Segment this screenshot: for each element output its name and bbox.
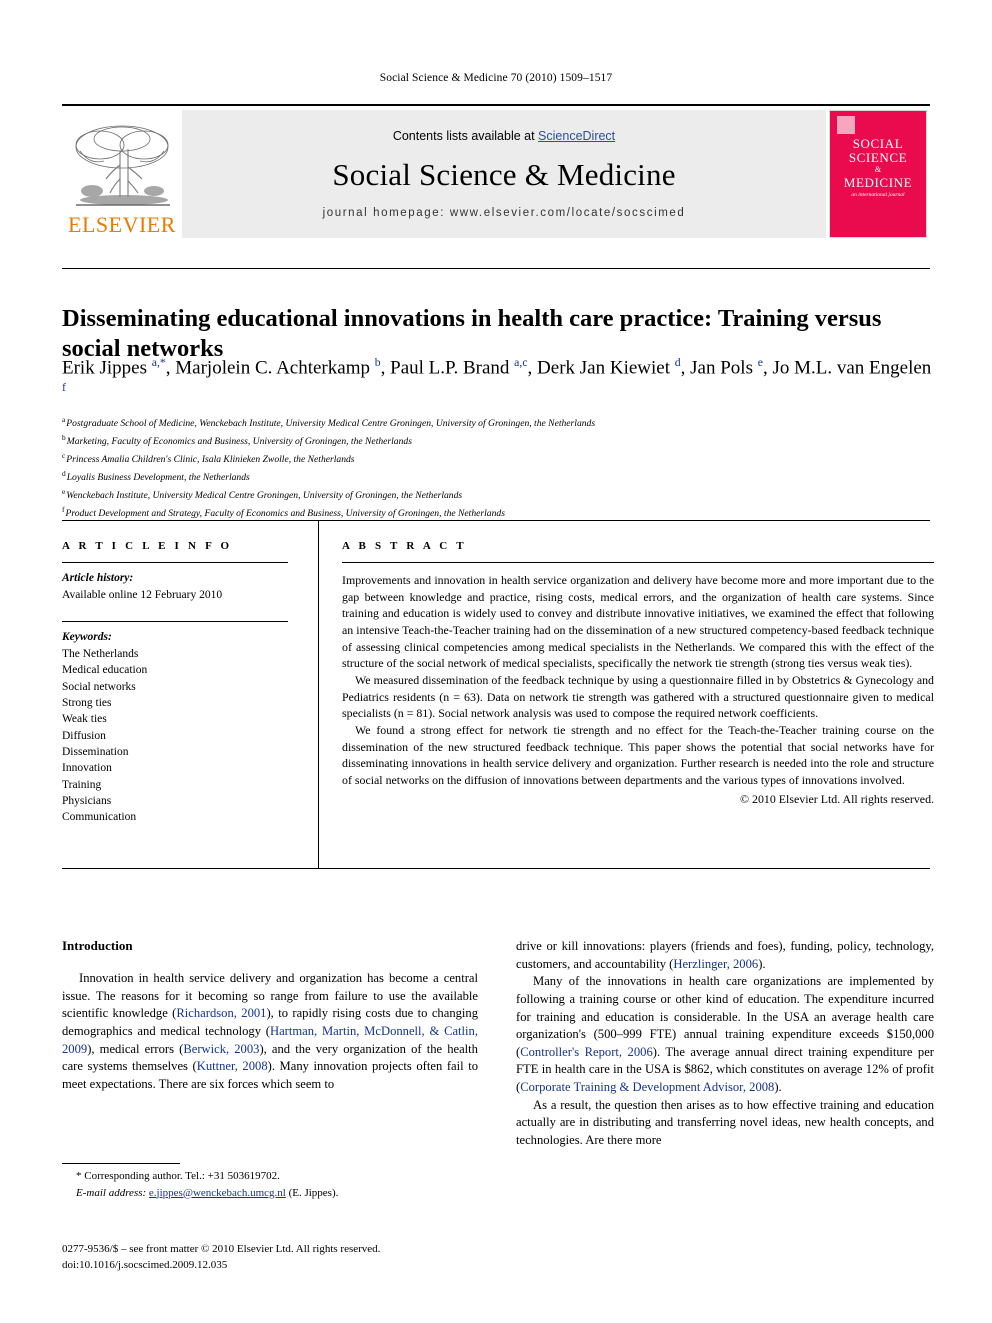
- article-first-page: Social Science & Medicine 70 (2010) 1509…: [0, 0, 992, 1323]
- keyword-item: Strong ties: [62, 697, 112, 709]
- author-list: Erik Jippes a,*, Marjolein C. Achterkamp…: [62, 356, 932, 395]
- citation-link[interactable]: Controller's Report, 2006: [520, 1045, 653, 1059]
- affiliation-text: Wenckebach Institute, University Medical…: [66, 490, 463, 502]
- doi-line[interactable]: doi:10.1016/j.socscimed.2009.12.035: [62, 1258, 532, 1274]
- issn-front-matter-line: 0277-9536/$ – see front matter © 2010 El…: [62, 1243, 381, 1255]
- elsevier-tree-logo: [75, 125, 170, 206]
- keyword-item: The Netherlands: [62, 648, 139, 661]
- keyword-item: Innovation: [62, 762, 112, 775]
- abstract-band-top-rule: [62, 520, 930, 521]
- abstract-paragraph: We found a strong effect for network tie…: [342, 722, 934, 787]
- title-divider: [62, 268, 930, 269]
- colophon-block: 0277-9536/$ – see front matter © 2010 El…: [62, 1242, 532, 1274]
- body-paragraph: Innovation in health service delivery an…: [62, 970, 478, 1093]
- cover-line-social: SOCIAL: [852, 136, 904, 151]
- body-text-run: ).: [774, 1080, 782, 1094]
- email-link[interactable]: e.jippes@wenckebach.umcg.nl: [149, 1187, 286, 1199]
- keyword-item: Diffusion: [62, 729, 106, 742]
- keyword-item: Weak ties: [62, 713, 107, 726]
- abstract-heading: A B S T R A C T: [342, 540, 467, 552]
- keywords-rule: [62, 621, 288, 623]
- cover-line-science: SCIENCE: [848, 150, 908, 166]
- body-text-run: As a result, the question then arises as…: [516, 1097, 934, 1147]
- abstract-paragraph: Improvements and innovation in health se…: [342, 573, 934, 671]
- keyword-item: Social networks: [62, 680, 136, 693]
- cover-line-medicine: MEDICINE: [843, 174, 913, 190]
- body-text-run: ), medical errors (: [87, 1041, 184, 1056]
- affiliation-mark: d: [62, 469, 66, 479]
- affiliation-mark: a: [62, 415, 66, 424]
- citation-link[interactable]: Richardson, 2001: [176, 1006, 266, 1020]
- email-note: E-mail address: e.jippes@wenckebach.umcg…: [62, 1185, 482, 1202]
- affiliation-text: Product Development and Strategy, Facult…: [65, 508, 505, 520]
- footnote-divider: [62, 1163, 180, 1164]
- affiliation-text: Princess Amalia Children's Clinic, Isala…: [66, 454, 355, 466]
- affiliation-item: aPostgraduate School of Medicine, Wencke…: [62, 414, 934, 432]
- journal-cover-thumbnail: SOCIAL SCIENCE & MEDICINE an internation…: [826, 110, 930, 238]
- article-info-rule: [62, 562, 288, 563]
- elsevier-wordmark: ELSEVIER: [68, 212, 176, 237]
- email-suffix: (E. Jippes).: [288, 1186, 339, 1199]
- keyword-item: Training: [62, 778, 102, 791]
- contents-prefix: Contents lists available at: [392, 129, 539, 143]
- citation-link[interactable]: Herzlinger, 2006: [673, 957, 758, 971]
- abstract-paragraph: We measured dissemination of the feedbac…: [342, 672, 934, 721]
- affiliation-text: Marketing, Faculty of Economics and Busi…: [66, 436, 412, 448]
- citation-link[interactable]: Corporate Training & Development Advisor…: [520, 1080, 774, 1094]
- keyword-item: Dissemination: [62, 745, 129, 758]
- running-head: Social Science & Medicine 70 (2010) 1509…: [379, 72, 613, 84]
- abstract-body: Improvements and innovation in health se…: [342, 572, 934, 789]
- body-text-run: ).: [758, 956, 766, 971]
- contents-available-line: Contents lists available at ScienceDirec…: [393, 129, 615, 143]
- article-info-column: A R T I C L E I N F O Article history: A…: [62, 540, 302, 826]
- body-left-paragraphs: Innovation in health service delivery an…: [62, 970, 478, 1093]
- body-paragraph: drive or kill innovations: players (frie…: [516, 938, 934, 973]
- affiliation-text: Postgraduate School of Medicine, Wenckeb…: [66, 418, 596, 430]
- affiliation-mark: c: [62, 451, 66, 461]
- abstract-column: A B S T R A C T Improvements and innovat…: [342, 540, 934, 807]
- email-label: E-mail address:: [76, 1186, 147, 1199]
- elsevier-branding: ELSEVIER: [62, 110, 182, 238]
- affiliation-list: aPostgraduate School of Medicine, Wencke…: [62, 414, 934, 522]
- cover-line-ampersand: &: [874, 165, 882, 175]
- article-history-label: Article history:: [62, 572, 134, 584]
- affiliation-item: eWenckebach Institute, University Medica…: [62, 486, 934, 504]
- cover-elsevier-icon: [837, 116, 855, 134]
- footnote-block: * Corresponding author. Tel.: +31 503619…: [62, 1168, 482, 1201]
- body-column-right: drive or kill innovations: players (frie…: [516, 938, 934, 1150]
- keyword-item: Medical education: [62, 664, 148, 677]
- keywords-label: Keywords:: [62, 631, 112, 644]
- affiliation-item: bMarketing, Faculty of Economics and Bus…: [62, 432, 934, 450]
- body-right-paragraphs: drive or kill innovations: players (frie…: [516, 938, 934, 1150]
- body-paragraph: Many of the innovations in health care o…: [516, 973, 934, 1096]
- citation-link[interactable]: Berwick, 2003: [183, 1042, 259, 1056]
- abstract-band-divider: [318, 521, 319, 868]
- sciencedirect-link[interactable]: ScienceDirect: [538, 129, 615, 143]
- affiliation-item: cPrincess Amalia Children's Clinic, Isal…: [62, 450, 934, 468]
- keyword-list: The Netherlands Medical education Social n…: [62, 646, 302, 826]
- keyword-item: Communication: [62, 811, 137, 824]
- abstract-rule: [342, 562, 934, 563]
- cover-line-tagline: an international journal: [851, 191, 905, 198]
- journal-masthead: ELSEVIER Contents lists available at Sci…: [62, 104, 930, 241]
- abstract-copyright: © 2010 Elsevier Ltd. All rights reserved…: [740, 791, 934, 806]
- article-info-heading: A R T I C L E I N F O: [62, 540, 233, 552]
- journal-homepage-line[interactable]: journal homepage: www.elsevier.com/locat…: [323, 207, 686, 219]
- journal-band: Contents lists available at ScienceDirec…: [182, 110, 826, 238]
- affiliation-mark: b: [62, 433, 66, 443]
- affiliation-item: dLoyalis Business Development, the Nethe…: [62, 468, 934, 486]
- article-history-value: Available online 12 February 2010: [62, 588, 223, 601]
- body-paragraph: As a result, the question then arises as…: [516, 1097, 934, 1150]
- abstract-band-bottom-rule: [62, 868, 930, 869]
- section-heading-introduction: Introduction: [62, 938, 133, 953]
- journal-title: Social Science & Medicine: [332, 157, 676, 192]
- body-column-left: Introduction Innovation in health servic…: [62, 938, 478, 1093]
- affiliation-mark: e: [62, 487, 66, 497]
- keyword-item: Physicians: [62, 794, 112, 807]
- corresponding-author-note: * Corresponding author. Tel.: +31 503619…: [76, 1170, 280, 1182]
- affiliation-text: Loyalis Business Development, the Nether…: [66, 472, 250, 484]
- citation-link[interactable]: Kuttner, 2008: [197, 1059, 268, 1073]
